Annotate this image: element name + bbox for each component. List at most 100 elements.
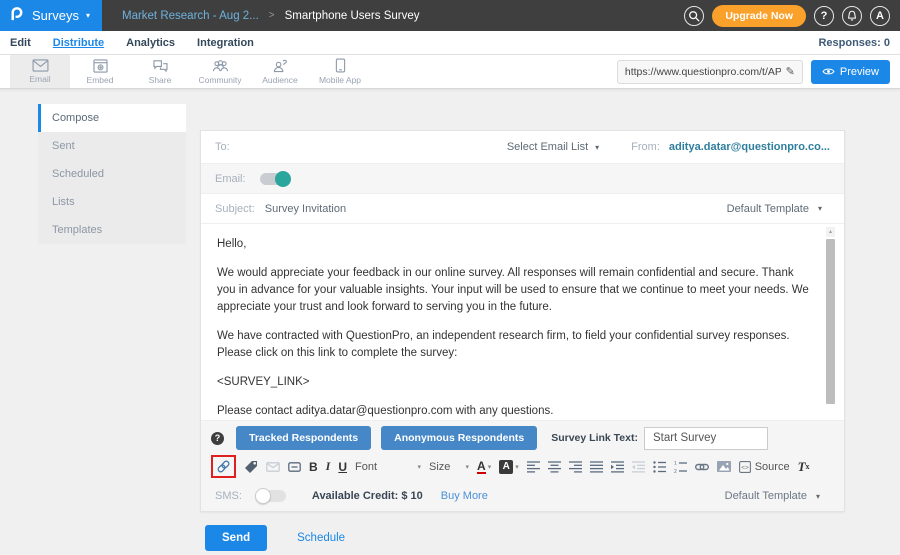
- to-row: To: Select Email List ▾ From: aditya.dat…: [201, 131, 844, 164]
- channel-tab-mobile-app[interactable]: Mobile App: [310, 55, 370, 88]
- breadcrumb-folder[interactable]: Market Research - Aug 2...: [122, 10, 259, 22]
- sidebar-item-compose[interactable]: Compose: [38, 104, 186, 132]
- channel-tab-email[interactable]: Email: [10, 55, 70, 88]
- italic-button[interactable]: I: [326, 459, 331, 474]
- distribute-channel-toolbar: Email Embed Share Community Audience Mob…: [0, 55, 900, 89]
- chain-link-icon: [695, 463, 709, 471]
- svg-text:2: 2: [674, 469, 677, 473]
- align-left-button[interactable]: [527, 461, 540, 473]
- scrollbar-thumb[interactable]: [826, 239, 835, 404]
- help-tooltip-icon[interactable]: ?: [211, 432, 224, 445]
- indent-icon: [611, 461, 624, 473]
- align-right-button[interactable]: [569, 461, 582, 473]
- schedule-link[interactable]: Schedule: [297, 532, 345, 544]
- body-scrollbar[interactable]: ▲: [826, 227, 835, 417]
- tab-analytics[interactable]: Analytics: [126, 37, 175, 49]
- survey-link-text-label: Survey Link Text:: [551, 432, 638, 444]
- questionpro-logo-icon: [8, 4, 25, 28]
- from-email-value[interactable]: aditya.datar@questionpro.co...: [669, 141, 830, 153]
- align-center-button[interactable]: [548, 461, 561, 473]
- bold-button[interactable]: B: [309, 460, 318, 474]
- email-template-dropdown[interactable]: Default Template ▾: [727, 203, 830, 215]
- editor-toolbar: B I U Font ▾ Size ▾ A ▾ A ▾: [201, 452, 844, 481]
- sms-label: SMS:: [215, 490, 242, 502]
- justify-button[interactable]: [590, 461, 603, 473]
- top-navbar: Surveys ▾ Market Research - Aug 2... > S…: [0, 0, 900, 31]
- responses-count[interactable]: Responses: 0: [818, 37, 890, 49]
- image-icon: [717, 461, 731, 472]
- numbered-list-button[interactable]: 12: [674, 461, 687, 473]
- compose-panel: To: Select Email List ▾ From: aditya.dat…: [200, 130, 845, 512]
- background-color-button[interactable]: A ▾: [499, 460, 519, 474]
- select-email-list-dropdown[interactable]: Select Email List ▾: [507, 141, 599, 153]
- indent-button[interactable]: [611, 461, 624, 473]
- survey-link-text-input[interactable]: [644, 427, 768, 450]
- text-color-button[interactable]: A ▾: [477, 460, 491, 474]
- search-icon: [688, 10, 700, 22]
- align-left-icon: [527, 461, 540, 473]
- send-button[interactable]: Send: [205, 525, 267, 551]
- chain-link-icon: [216, 459, 231, 474]
- sms-toggle[interactable]: [256, 490, 286, 502]
- notifications-button[interactable]: [842, 6, 862, 26]
- bullet-list-button[interactable]: [653, 461, 666, 473]
- anonymous-respondents-button[interactable]: Anonymous Respondents: [381, 426, 537, 450]
- outdent-button[interactable]: [632, 461, 645, 473]
- chevron-down-icon: ▾: [418, 463, 422, 471]
- sidebar-item-sent[interactable]: Sent: [38, 132, 186, 160]
- insert-image-button[interactable]: [717, 461, 731, 472]
- email-toggle[interactable]: [260, 173, 290, 185]
- bell-icon: [846, 10, 858, 22]
- insert-link-button[interactable]: [695, 463, 709, 471]
- subject-value[interactable]: Survey Invitation: [265, 203, 346, 215]
- underline-button[interactable]: U: [338, 460, 347, 474]
- buy-more-link[interactable]: Buy More: [441, 490, 488, 502]
- channel-tab-audience[interactable]: Audience: [250, 55, 310, 88]
- justify-icon: [590, 461, 603, 473]
- tracked-respondents-button[interactable]: Tracked Respondents: [236, 426, 371, 450]
- source-button[interactable]: <> Source: [739, 461, 790, 473]
- upgrade-now-button[interactable]: Upgrade Now: [712, 5, 806, 27]
- preview-button[interactable]: Preview: [811, 60, 890, 84]
- avatar[interactable]: A: [870, 6, 890, 26]
- edit-url-icon[interactable]: ✎: [786, 65, 795, 78]
- button-icon: [288, 462, 301, 472]
- tab-edit[interactable]: Edit: [10, 37, 31, 49]
- breadcrumb-survey-title: Smartphone Users Survey: [285, 10, 420, 22]
- email-body-editor[interactable]: Hello, We would appreciate your feedback…: [201, 224, 844, 421]
- subject-row: Subject: Survey Invitation Default Templ…: [201, 194, 844, 224]
- numbered-list-icon: 12: [674, 461, 687, 473]
- survey-url-field[interactable]: https://www.questionpro.com/t/APNrFZ ✎: [617, 60, 803, 84]
- link-options-row: ? Tracked Respondents Anonymous Responde…: [201, 421, 844, 452]
- help-button[interactable]: ?: [814, 6, 834, 26]
- font-family-select[interactable]: Font ▾: [355, 461, 421, 473]
- button-insert-button[interactable]: [288, 462, 301, 472]
- email-merge-button[interactable]: [266, 462, 280, 472]
- available-credit-label: Available Credit: $ 10: [312, 490, 423, 502]
- share-chat-icon: [152, 59, 168, 73]
- sidebar-item-lists[interactable]: Lists: [38, 188, 186, 216]
- tab-integration[interactable]: Integration: [197, 37, 254, 49]
- body-paragraph: We have contracted with QuestionPro, an …: [217, 328, 814, 362]
- tag-button[interactable]: [244, 460, 258, 474]
- scroll-up-icon[interactable]: ▲: [826, 227, 835, 237]
- envelope-icon: [32, 59, 49, 72]
- to-label: To:: [215, 141, 230, 153]
- remove-format-button[interactable]: Tx: [798, 459, 810, 475]
- search-button[interactable]: [684, 6, 704, 26]
- subject-label: Subject:: [215, 203, 255, 215]
- channel-tab-embed[interactable]: Embed: [70, 55, 130, 88]
- align-right-icon: [569, 461, 582, 473]
- font-size-select[interactable]: Size ▾: [429, 461, 469, 473]
- sidebar-item-scheduled[interactable]: Scheduled: [38, 160, 186, 188]
- sidebar-item-templates[interactable]: Templates: [38, 216, 186, 244]
- survey-url-text: https://www.questionpro.com/t/APNrFZ: [625, 66, 781, 78]
- channel-tab-community[interactable]: Community: [190, 55, 250, 88]
- sms-template-dropdown[interactable]: Default Template ▾: [725, 490, 830, 502]
- channel-tab-share[interactable]: Share: [130, 55, 190, 88]
- tab-distribute[interactable]: Distribute: [53, 37, 104, 49]
- insert-survey-link-button-highlighted[interactable]: [211, 455, 236, 478]
- surveys-menu[interactable]: Surveys ▾: [0, 0, 102, 31]
- breadcrumb-separator-icon: >: [269, 10, 275, 21]
- tag-icon: [244, 460, 258, 474]
